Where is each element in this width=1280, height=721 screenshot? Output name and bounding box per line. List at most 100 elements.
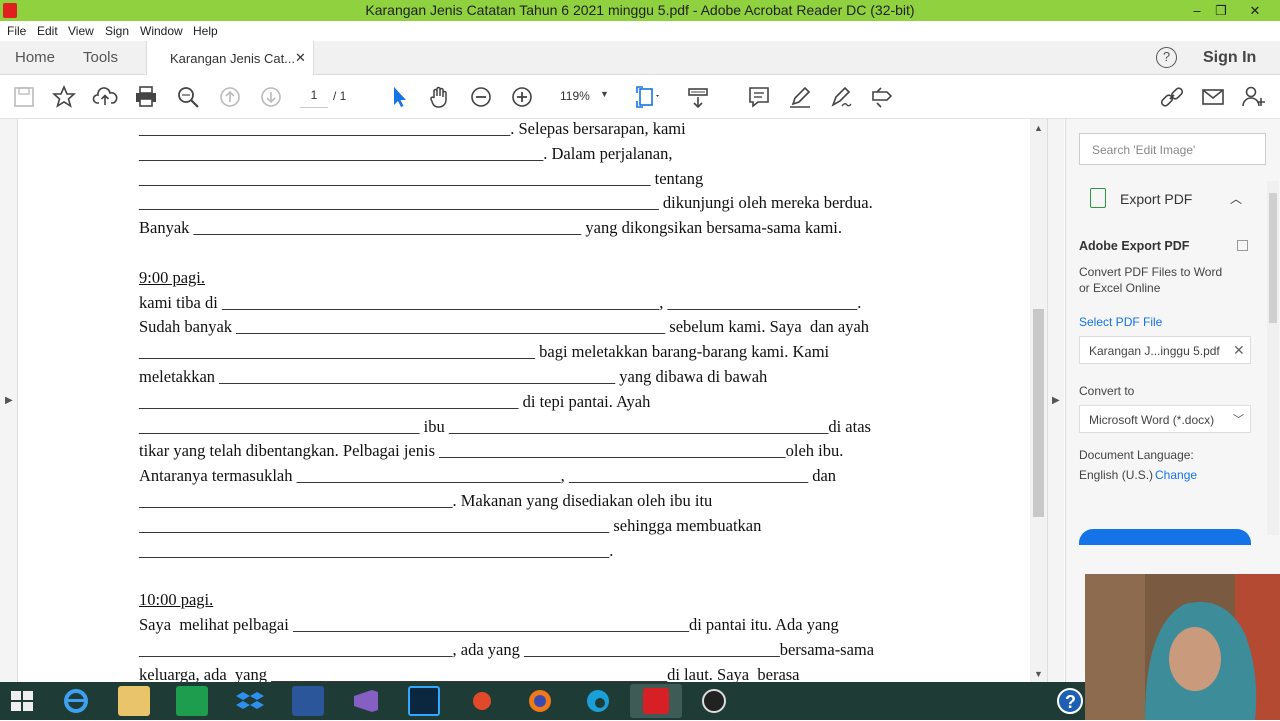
document-line: __________________________________ ibu _… bbox=[139, 416, 871, 436]
excel-icon[interactable] bbox=[176, 686, 208, 716]
webcam-overlay bbox=[1085, 574, 1280, 720]
menu-view[interactable]: View bbox=[68, 24, 94, 38]
selected-file-name: Karangan J...inggu 5.pdf bbox=[1089, 344, 1220, 358]
selected-file-field[interactable]: Karangan J...inggu 5.pdf ✕ bbox=[1079, 336, 1251, 364]
tab-document[interactable]: Karangan Jenis Cat... ✕ bbox=[146, 41, 314, 76]
document-line: ________________________________________… bbox=[139, 143, 673, 163]
export-description-line2: or Excel Online bbox=[1079, 281, 1161, 295]
zoom-out-icon[interactable] bbox=[468, 84, 494, 110]
document-line: ________________________________________… bbox=[139, 193, 873, 213]
search-icon[interactable] bbox=[175, 84, 201, 110]
menu-help[interactable]: Help bbox=[193, 24, 218, 38]
media-player-icon[interactable] bbox=[466, 686, 498, 716]
maximize-button[interactable]: ❐ bbox=[1209, 0, 1233, 21]
document-line: ________________________________________… bbox=[139, 342, 830, 362]
sign-icon[interactable] bbox=[828, 84, 854, 110]
close-tab-icon[interactable]: ✕ bbox=[295, 50, 306, 66]
obs-icon[interactable] bbox=[698, 686, 730, 716]
tools-more-icon[interactable] bbox=[869, 84, 895, 110]
word-icon[interactable] bbox=[292, 686, 324, 716]
document-line: Saya melihat pelbagai __________________… bbox=[139, 615, 839, 634]
minimize-button[interactable]: – bbox=[1185, 0, 1209, 21]
zoom-in-icon[interactable] bbox=[509, 84, 535, 110]
edge-icon[interactable] bbox=[582, 686, 614, 716]
tab-tools[interactable]: Tools bbox=[83, 49, 118, 66]
copy-icon[interactable] bbox=[1237, 240, 1248, 251]
document-line: kami tiba di ___________________________… bbox=[139, 292, 862, 312]
windows-start-icon[interactable] bbox=[6, 686, 38, 716]
document-line: ________________________________________… bbox=[139, 515, 762, 535]
toolbar: 1 / 1 119% ▼ bbox=[0, 75, 1280, 119]
close-window-button[interactable]: ✕ bbox=[1243, 0, 1267, 21]
menu-bar: File Edit View Sign Window Help bbox=[0, 21, 1280, 41]
menu-window[interactable]: Window bbox=[140, 24, 183, 38]
scrollbar-thumb[interactable] bbox=[1033, 309, 1044, 517]
firefox-icon[interactable] bbox=[524, 686, 556, 716]
remove-file-icon[interactable]: ✕ bbox=[1233, 342, 1245, 359]
hand-icon[interactable] bbox=[427, 84, 453, 110]
expand-left-panel-icon[interactable]: ▶ bbox=[5, 395, 13, 406]
page-total: / 1 bbox=[333, 89, 347, 103]
document-line: ________________________________________… bbox=[139, 540, 614, 560]
tab-home[interactable]: Home bbox=[15, 49, 55, 66]
fit-page-icon[interactable] bbox=[634, 84, 660, 110]
comment-icon[interactable] bbox=[746, 84, 772, 110]
search-tools-input[interactable]: Search 'Edit Image' bbox=[1079, 133, 1266, 165]
right-panel-toggle-strip: ▶ bbox=[1047, 119, 1064, 682]
change-language-link[interactable]: Change bbox=[1155, 468, 1197, 482]
print-icon[interactable] bbox=[133, 84, 159, 110]
chevron-up-icon[interactable]: ︿ bbox=[1230, 190, 1242, 207]
page-down-icon[interactable] bbox=[258, 84, 284, 110]
highlight-icon[interactable] bbox=[787, 84, 813, 110]
page-up-icon[interactable] bbox=[217, 84, 243, 110]
adobe-export-heading: Adobe Export PDF bbox=[1079, 239, 1190, 253]
link-icon[interactable] bbox=[1159, 84, 1185, 110]
menu-file[interactable]: File bbox=[7, 24, 26, 38]
right-pane-scrollbar-thumb[interactable] bbox=[1269, 193, 1277, 323]
document-language-value: English (U.S.) bbox=[1079, 468, 1154, 482]
convert-button[interactable] bbox=[1079, 529, 1251, 545]
document-line: Antaranya termasuklah __________________… bbox=[139, 466, 837, 486]
document-page: ________________________________________… bbox=[18, 119, 1030, 682]
acrobat-taskbar-icon[interactable] bbox=[630, 684, 682, 718]
convert-to-label: Convert to bbox=[1079, 384, 1135, 398]
tab-document-label: Karangan Jenis Cat... bbox=[170, 51, 296, 66]
email-icon[interactable] bbox=[1200, 84, 1226, 110]
star-icon[interactable] bbox=[51, 84, 77, 110]
left-panel-collapsed: ▶ bbox=[0, 119, 18, 682]
internet-explorer-icon[interactable] bbox=[60, 686, 92, 716]
document-line: meletakkan _____________________________… bbox=[139, 367, 768, 386]
scroll-mode-icon[interactable] bbox=[685, 84, 711, 110]
photoshop-icon[interactable] bbox=[408, 686, 440, 716]
sign-in-button[interactable]: Sign In bbox=[1203, 49, 1256, 67]
file-explorer-icon[interactable] bbox=[118, 686, 150, 716]
document-line: Sudah banyak ___________________________… bbox=[139, 317, 870, 337]
help-icon[interactable]: ? bbox=[1156, 47, 1177, 68]
export-pdf-title: Export PDF bbox=[1120, 191, 1193, 207]
dropbox-icon[interactable] bbox=[234, 686, 266, 716]
document-language-label: Document Language: bbox=[1079, 448, 1194, 462]
save-icon[interactable] bbox=[11, 84, 37, 110]
page-number-input[interactable]: 1 bbox=[300, 88, 328, 108]
scroll-down-icon[interactable]: ▼ bbox=[1034, 669, 1043, 679]
menu-sign[interactable]: Sign bbox=[105, 24, 129, 38]
window-title: Karangan Jenis Catatan Tahun 6 2021 ming… bbox=[365, 2, 915, 18]
visual-studio-icon[interactable] bbox=[350, 686, 382, 716]
scroll-up-icon[interactable]: ▲ bbox=[1034, 123, 1043, 133]
select-icon[interactable] bbox=[386, 84, 412, 110]
convert-format-value: Microsoft Word (*.docx) bbox=[1089, 413, 1215, 427]
svg-text:?: ? bbox=[1065, 692, 1076, 712]
add-user-icon[interactable] bbox=[1241, 84, 1267, 110]
document-line: ________________________________________… bbox=[139, 168, 704, 188]
document-scrollbar[interactable]: ▲ ▼ bbox=[1030, 119, 1047, 682]
select-pdf-label[interactable]: Select PDF File bbox=[1079, 315, 1162, 329]
convert-format-dropdown[interactable]: Microsoft Word (*.docx) ﹀ bbox=[1079, 405, 1251, 433]
zoom-dropdown[interactable]: 119% ▼ bbox=[552, 88, 612, 108]
help-taskbar-icon[interactable]: ? bbox=[1054, 686, 1086, 716]
menu-edit[interactable]: Edit bbox=[37, 24, 58, 38]
right-pane-scrollbar[interactable] bbox=[1267, 181, 1279, 535]
upload-icon[interactable] bbox=[92, 84, 118, 110]
collapse-right-panel-icon[interactable]: ▶ bbox=[1052, 395, 1060, 406]
export-pdf-header[interactable]: Export PDF ︿ bbox=[1066, 181, 1266, 217]
document-line: keluarga, ada yang _____________________… bbox=[139, 664, 800, 682]
